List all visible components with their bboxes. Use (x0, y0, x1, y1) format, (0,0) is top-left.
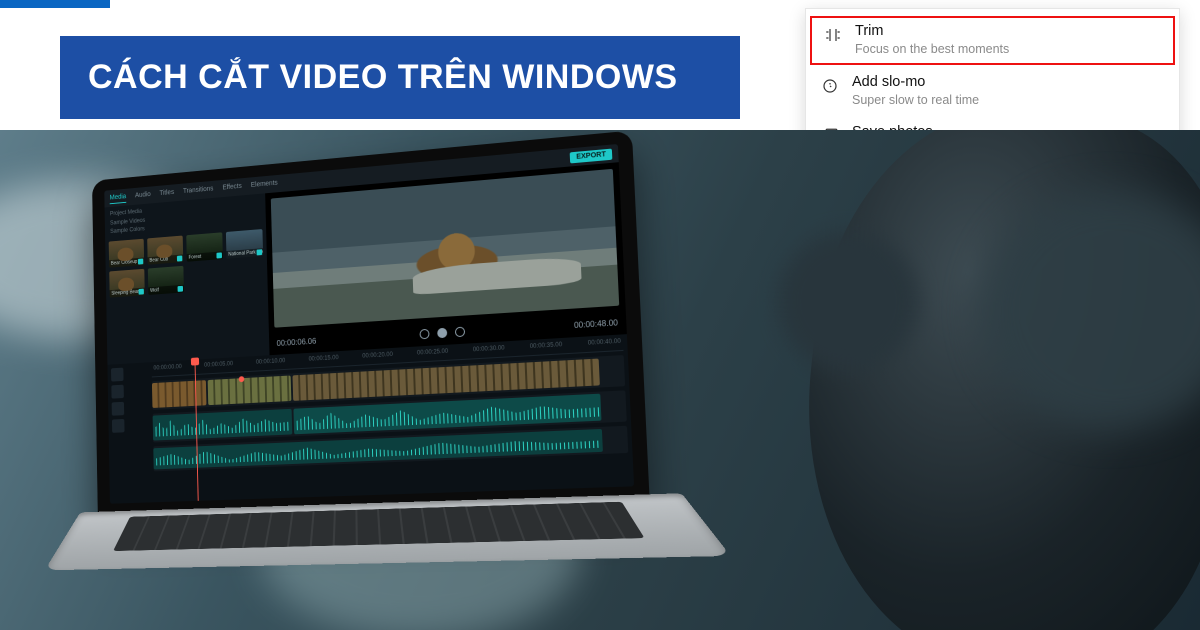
accent-strip (0, 0, 110, 8)
menu-item-slomo[interactable]: Add slo-mo Super slow to real time (806, 66, 1179, 117)
page-title-banner: CÁCH CẮT VIDEO TRÊN WINDOWS (60, 36, 740, 119)
tool-button[interactable] (112, 419, 125, 433)
timeline-panel[interactable]: 00:00:00.00 00:00:05.00 00:00:10.00 00:0… (107, 334, 634, 504)
trim-icon (823, 25, 843, 45)
export-button[interactable]: EXPORT (570, 148, 612, 163)
clip[interactable] (208, 375, 292, 405)
tool-button[interactable] (111, 368, 124, 382)
slomo-icon (820, 76, 840, 96)
time-current: 00:00:06.06 (277, 336, 317, 347)
tab-titles[interactable]: Titles (159, 187, 174, 200)
clip[interactable] (152, 380, 207, 408)
media-thumb[interactable]: National Park Wide (226, 229, 263, 259)
tab-audio[interactable]: Audio (135, 189, 151, 202)
timeline-tools (111, 366, 151, 500)
media-thumb[interactable]: Bear Cub (147, 235, 183, 264)
tool-button[interactable] (112, 402, 125, 416)
tab-transitions[interactable]: Transitions (183, 184, 214, 198)
play-button[interactable] (437, 328, 447, 339)
hero-scene: Media Audio Titles Transitions Effects E… (0, 130, 1200, 630)
media-thumb[interactable]: Sleeping Bear (109, 269, 145, 298)
next-button[interactable] (455, 327, 465, 338)
tab-effects[interactable]: Effects (222, 181, 242, 194)
laptop: Media Audio Titles Transitions Effects E… (92, 130, 731, 616)
menu-desc: Super slow to real time (852, 92, 1165, 108)
media-thumb[interactable]: Wolf (148, 266, 184, 295)
media-thumb[interactable]: Bear Closeup (109, 239, 145, 268)
video-editor: Media Audio Titles Transitions Effects E… (104, 144, 634, 504)
prev-button[interactable] (419, 329, 429, 340)
tool-button[interactable] (111, 385, 124, 399)
tab-elements[interactable]: Elements (251, 178, 278, 192)
laptop-screen: Media Audio Titles Transitions Effects E… (92, 130, 650, 519)
audio-clip[interactable] (153, 409, 293, 441)
media-panel: Project Media Sample Videos Sample Color… (105, 193, 270, 364)
time-total: 00:00:48.00 (574, 318, 618, 330)
preview-panel: 00:00:06.06 00:00:48.00 (265, 162, 627, 355)
page-title: CÁCH CẮT VIDEO TRÊN WINDOWS (88, 58, 678, 96)
menu-desc: Focus on the best moments (855, 41, 1162, 57)
menu-item-trim[interactable]: Trim Focus on the best moments (809, 15, 1176, 66)
preview-frame (271, 169, 619, 328)
media-thumb[interactable]: Forest (186, 232, 223, 261)
menu-title: Trim (855, 23, 1162, 40)
menu-title: Add slo-mo (852, 74, 1165, 91)
tab-media[interactable]: Media (110, 192, 127, 205)
